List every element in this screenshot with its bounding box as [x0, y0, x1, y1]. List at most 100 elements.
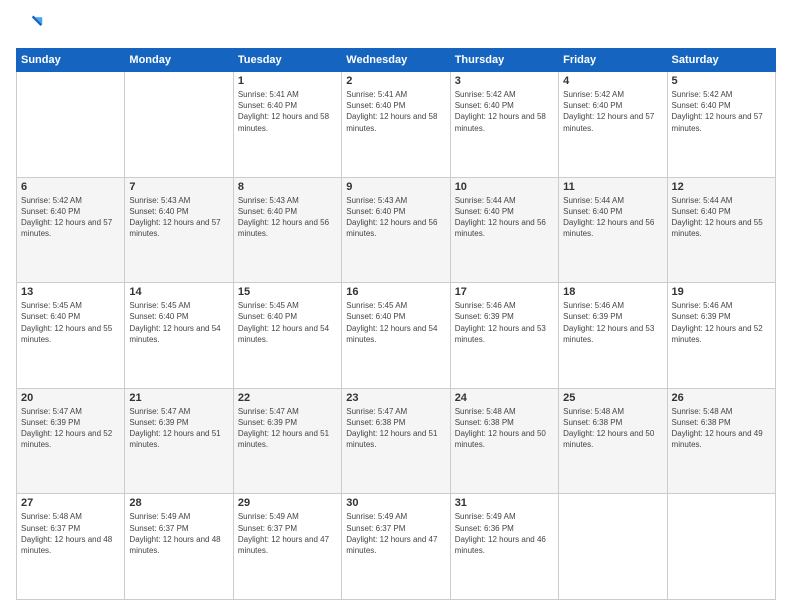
calendar-header: SundayMondayTuesdayWednesdayThursdayFrid…	[17, 49, 776, 72]
weekday-header-monday: Monday	[125, 49, 233, 72]
calendar-cell	[125, 72, 233, 178]
day-number: 29	[238, 497, 337, 509]
day-number: 4	[563, 75, 662, 87]
day-info: Sunrise: 5:45 AM Sunset: 6:40 PM Dayligh…	[238, 300, 337, 345]
day-info: Sunrise: 5:42 AM Sunset: 6:40 PM Dayligh…	[21, 195, 120, 240]
day-number: 20	[21, 392, 120, 404]
calendar-table: SundayMondayTuesdayWednesdayThursdayFrid…	[16, 48, 776, 600]
day-info: Sunrise: 5:45 AM Sunset: 6:40 PM Dayligh…	[346, 300, 445, 345]
day-number: 25	[563, 392, 662, 404]
day-info: Sunrise: 5:48 AM Sunset: 6:38 PM Dayligh…	[672, 406, 771, 451]
calendar-cell: 12 Sunrise: 5:44 AM Sunset: 6:40 PM Dayli…	[667, 177, 775, 283]
calendar-cell: 21 Sunrise: 5:47 AM Sunset: 6:39 PM Dayli…	[125, 388, 233, 494]
calendar-cell: 18Sunrise: 5:46 AM Sunset: 6:39 PM Dayli…	[559, 283, 667, 389]
weekday-header-wednesday: Wednesday	[342, 49, 450, 72]
day-number: 22	[238, 392, 337, 404]
day-info: Sunrise: 5:48 AM Sunset: 6:38 PM Dayligh…	[563, 406, 662, 451]
day-number: 23	[346, 392, 445, 404]
day-number: 28	[129, 497, 228, 509]
day-number: 15	[238, 286, 337, 298]
day-number: 26	[672, 392, 771, 404]
calendar-cell: 14 Sunrise: 5:45 AM Sunset: 6:40 PM Dayli…	[125, 283, 233, 389]
calendar-cell: 15 Sunrise: 5:45 AM Sunset: 6:40 PM Dayli…	[233, 283, 341, 389]
day-info: Sunrise: 5:47 AM Sunset: 6:38 PM Dayligh…	[346, 406, 445, 451]
calendar-cell: 31 Sunrise: 5:49 AM Sunset: 6:36 PM Dayli…	[450, 494, 558, 600]
day-info: Sunrise: 5:47 AM Sunset: 6:39 PM Dayligh…	[129, 406, 228, 451]
calendar-cell: 1 Sunrise: 5:41 AM Sunset: 6:40 PM Daylig…	[233, 72, 341, 178]
day-info: Sunrise: 5:42 AM Sunset: 6:40 PM Dayligh…	[563, 89, 662, 134]
calendar-cell: 23 Sunrise: 5:47 AM Sunset: 6:38 PM Dayli…	[342, 388, 450, 494]
calendar-cell: 5Sunrise: 5:42 AM Sunset: 6:40 PM Daylig…	[667, 72, 775, 178]
calendar-cell: 30 Sunrise: 5:49 AM Sunset: 6:37 PM Dayli…	[342, 494, 450, 600]
day-number: 16	[346, 286, 445, 298]
day-info: Sunrise: 5:44 AM Sunset: 6:40 PM Dayligh…	[672, 195, 771, 240]
calendar-cell: 6 Sunrise: 5:42 AM Sunset: 6:40 PM Daylig…	[17, 177, 125, 283]
day-number: 17	[455, 286, 554, 298]
day-number: 31	[455, 497, 554, 509]
week-row-3: 13Sunrise: 5:45 AM Sunset: 6:40 PM Dayli…	[17, 283, 776, 389]
calendar-cell: 25 Sunrise: 5:48 AM Sunset: 6:38 PM Dayli…	[559, 388, 667, 494]
calendar-cell: 20 Sunrise: 5:47 AM Sunset: 6:39 PM Dayli…	[17, 388, 125, 494]
day-info: Sunrise: 5:49 AM Sunset: 6:36 PM Dayligh…	[455, 511, 554, 556]
day-number: 1	[238, 75, 337, 87]
day-number: 21	[129, 392, 228, 404]
week-row-1: 1 Sunrise: 5:41 AM Sunset: 6:40 PM Daylig…	[17, 72, 776, 178]
calendar-cell: 24 Sunrise: 5:48 AM Sunset: 6:38 PM Dayli…	[450, 388, 558, 494]
day-info: Sunrise: 5:42 AM Sunset: 6:40 PM Dayligh…	[455, 89, 554, 134]
calendar-cell: 27Sunrise: 5:48 AM Sunset: 6:37 PM Dayli…	[17, 494, 125, 600]
header	[16, 12, 776, 40]
day-info: Sunrise: 5:43 AM Sunset: 6:40 PM Dayligh…	[129, 195, 228, 240]
day-info: Sunrise: 5:45 AM Sunset: 6:40 PM Dayligh…	[21, 300, 120, 345]
calendar-cell: 17Sunrise: 5:46 AM Sunset: 6:39 PM Dayli…	[450, 283, 558, 389]
calendar-page: SundayMondayTuesdayWednesdayThursdayFrid…	[0, 0, 792, 612]
day-info: Sunrise: 5:46 AM Sunset: 6:39 PM Dayligh…	[672, 300, 771, 345]
calendar-cell	[17, 72, 125, 178]
day-info: Sunrise: 5:42 AM Sunset: 6:40 PM Dayligh…	[672, 89, 771, 134]
day-info: Sunrise: 5:47 AM Sunset: 6:39 PM Dayligh…	[21, 406, 120, 451]
day-number: 8	[238, 181, 337, 193]
calendar-cell: 8 Sunrise: 5:43 AM Sunset: 6:40 PM Daylig…	[233, 177, 341, 283]
weekday-header-thursday: Thursday	[450, 49, 558, 72]
calendar-cell: 2 Sunrise: 5:41 AM Sunset: 6:40 PM Daylig…	[342, 72, 450, 178]
day-info: Sunrise: 5:43 AM Sunset: 6:40 PM Dayligh…	[238, 195, 337, 240]
day-number: 3	[455, 75, 554, 87]
day-info: Sunrise: 5:43 AM Sunset: 6:40 PM Dayligh…	[346, 195, 445, 240]
calendar-cell: 22Sunrise: 5:47 AM Sunset: 6:39 PM Dayli…	[233, 388, 341, 494]
calendar-cell: 11Sunrise: 5:44 AM Sunset: 6:40 PM Dayli…	[559, 177, 667, 283]
weekday-header-sunday: Sunday	[17, 49, 125, 72]
calendar-cell: 7Sunrise: 5:43 AM Sunset: 6:40 PM Daylig…	[125, 177, 233, 283]
day-info: Sunrise: 5:49 AM Sunset: 6:37 PM Dayligh…	[238, 511, 337, 556]
calendar-cell: 4 Sunrise: 5:42 AM Sunset: 6:40 PM Daylig…	[559, 72, 667, 178]
day-info: Sunrise: 5:44 AM Sunset: 6:40 PM Dayligh…	[563, 195, 662, 240]
day-info: Sunrise: 5:49 AM Sunset: 6:37 PM Dayligh…	[346, 511, 445, 556]
calendar-cell	[559, 494, 667, 600]
day-info: Sunrise: 5:45 AM Sunset: 6:40 PM Dayligh…	[129, 300, 228, 345]
day-info: Sunrise: 5:49 AM Sunset: 6:37 PM Dayligh…	[129, 511, 228, 556]
day-number: 14	[129, 286, 228, 298]
calendar-cell: 28 Sunrise: 5:49 AM Sunset: 6:37 PM Dayli…	[125, 494, 233, 600]
day-number: 10	[455, 181, 554, 193]
day-number: 12	[672, 181, 771, 193]
day-info: Sunrise: 5:48 AM Sunset: 6:38 PM Dayligh…	[455, 406, 554, 451]
calendar-body: 1 Sunrise: 5:41 AM Sunset: 6:40 PM Daylig…	[17, 72, 776, 600]
calendar-cell	[667, 494, 775, 600]
weekday-row: SundayMondayTuesdayWednesdayThursdayFrid…	[17, 49, 776, 72]
day-number: 24	[455, 392, 554, 404]
day-number: 30	[346, 497, 445, 509]
calendar-cell: 16 Sunrise: 5:45 AM Sunset: 6:40 PM Dayli…	[342, 283, 450, 389]
day-info: Sunrise: 5:41 AM Sunset: 6:40 PM Dayligh…	[238, 89, 337, 134]
logo-icon	[16, 12, 44, 40]
day-info: Sunrise: 5:44 AM Sunset: 6:40 PM Dayligh…	[455, 195, 554, 240]
day-number: 6	[21, 181, 120, 193]
calendar-cell: 19Sunrise: 5:46 AM Sunset: 6:39 PM Dayli…	[667, 283, 775, 389]
calendar-cell: 26 Sunrise: 5:48 AM Sunset: 6:38 PM Dayli…	[667, 388, 775, 494]
calendar-cell: 9Sunrise: 5:43 AM Sunset: 6:40 PM Daylig…	[342, 177, 450, 283]
week-row-2: 6 Sunrise: 5:42 AM Sunset: 6:40 PM Daylig…	[17, 177, 776, 283]
calendar-cell: 3 Sunrise: 5:42 AM Sunset: 6:40 PM Daylig…	[450, 72, 558, 178]
day-info: Sunrise: 5:46 AM Sunset: 6:39 PM Dayligh…	[563, 300, 662, 345]
calendar-cell: 13Sunrise: 5:45 AM Sunset: 6:40 PM Dayli…	[17, 283, 125, 389]
week-row-5: 27Sunrise: 5:48 AM Sunset: 6:37 PM Dayli…	[17, 494, 776, 600]
day-info: Sunrise: 5:41 AM Sunset: 6:40 PM Dayligh…	[346, 89, 445, 134]
day-number: 2	[346, 75, 445, 87]
weekday-header-saturday: Saturday	[667, 49, 775, 72]
